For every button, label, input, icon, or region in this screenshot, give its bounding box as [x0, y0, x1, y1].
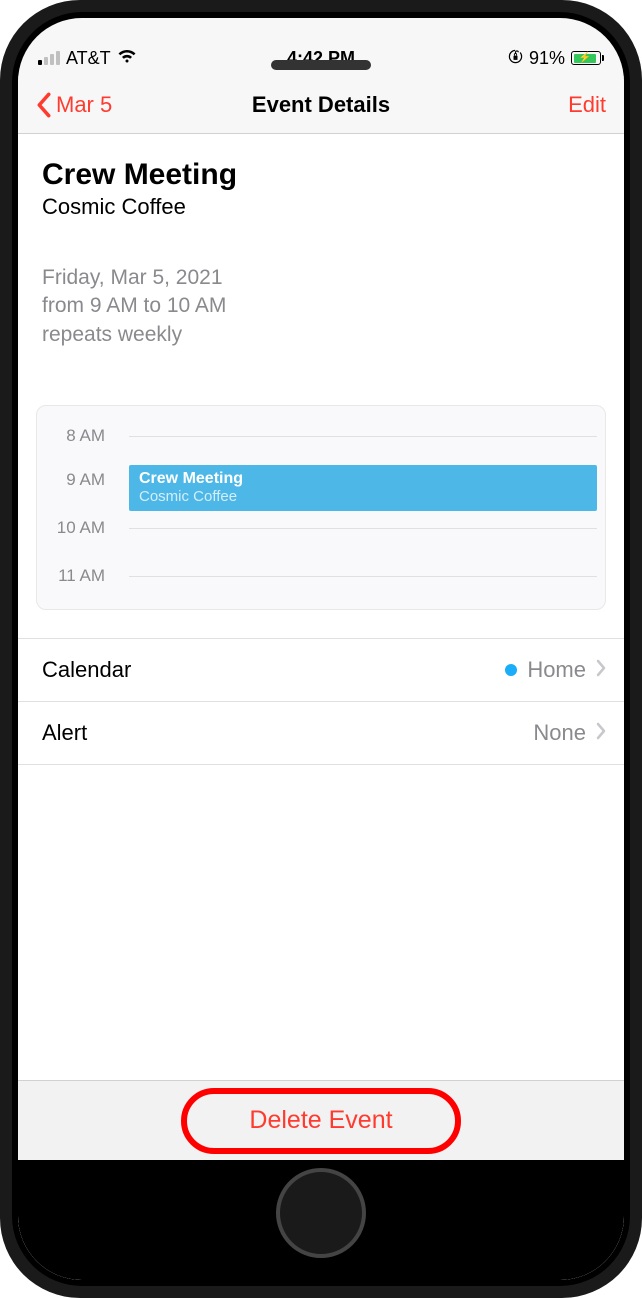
back-button[interactable]: Mar 5	[36, 92, 112, 118]
page-title: Event Details	[252, 92, 390, 118]
event-block-subtitle: Cosmic Coffee	[139, 488, 587, 505]
calendar-color-dot	[505, 664, 517, 676]
event-title: Crew Meeting	[42, 158, 600, 192]
event-block[interactable]: Crew Meeting Cosmic Coffee	[129, 465, 597, 511]
nav-bar: Mar 5 Event Details Edit	[18, 76, 624, 134]
event-block-title: Crew Meeting	[139, 470, 587, 488]
home-button[interactable]	[276, 1168, 366, 1258]
alert-label: Alert	[42, 720, 87, 746]
phone-speaker	[271, 60, 371, 70]
alert-value: None	[533, 720, 586, 746]
event-date-info: Friday, Mar 5, 2021 from 9 AM to 10 AM r…	[42, 264, 600, 349]
delete-bar: Delete Event	[18, 1080, 624, 1160]
calendar-value: Home	[527, 657, 586, 683]
calendar-label: Calendar	[42, 657, 131, 683]
chevron-right-icon	[596, 657, 606, 683]
edit-button[interactable]: Edit	[568, 92, 606, 118]
event-date-line: Friday, Mar 5, 2021	[42, 264, 600, 292]
rotation-lock-icon	[508, 48, 523, 69]
chevron-right-icon	[596, 720, 606, 746]
hour-label: 10 AM	[37, 518, 117, 538]
event-repeat-line: repeats weekly	[42, 321, 600, 349]
chevron-left-icon	[36, 92, 52, 118]
calendar-row[interactable]: Calendar Home	[18, 638, 624, 701]
wifi-icon	[117, 48, 137, 69]
hour-label: 8 AM	[37, 426, 117, 446]
timeline-preview[interactable]: 8 AM 9 AM 10 AM 11 AM	[36, 405, 606, 610]
battery-percent-label: 91%	[529, 48, 565, 69]
content-area: Crew Meeting Cosmic Coffee Friday, Mar 5…	[18, 134, 624, 1280]
back-label: Mar 5	[56, 92, 112, 118]
hour-label: 9 AM	[37, 470, 117, 490]
alert-row[interactable]: Alert None	[18, 701, 624, 765]
delete-event-button[interactable]: Delete Event	[201, 1094, 440, 1147]
status-bar: AT&T 4:42 PM 91% ⚡	[18, 40, 624, 76]
hour-label: 11 AM	[37, 566, 117, 586]
settings-list: Calendar Home Alert None	[18, 638, 624, 765]
signal-icon	[38, 51, 60, 65]
phone-frame: AT&T 4:42 PM 91% ⚡	[0, 0, 642, 1298]
event-time-line: from 9 AM to 10 AM	[42, 292, 600, 320]
carrier-label: AT&T	[66, 48, 111, 69]
battery-icon: ⚡	[571, 51, 604, 65]
event-location: Cosmic Coffee	[42, 194, 600, 220]
